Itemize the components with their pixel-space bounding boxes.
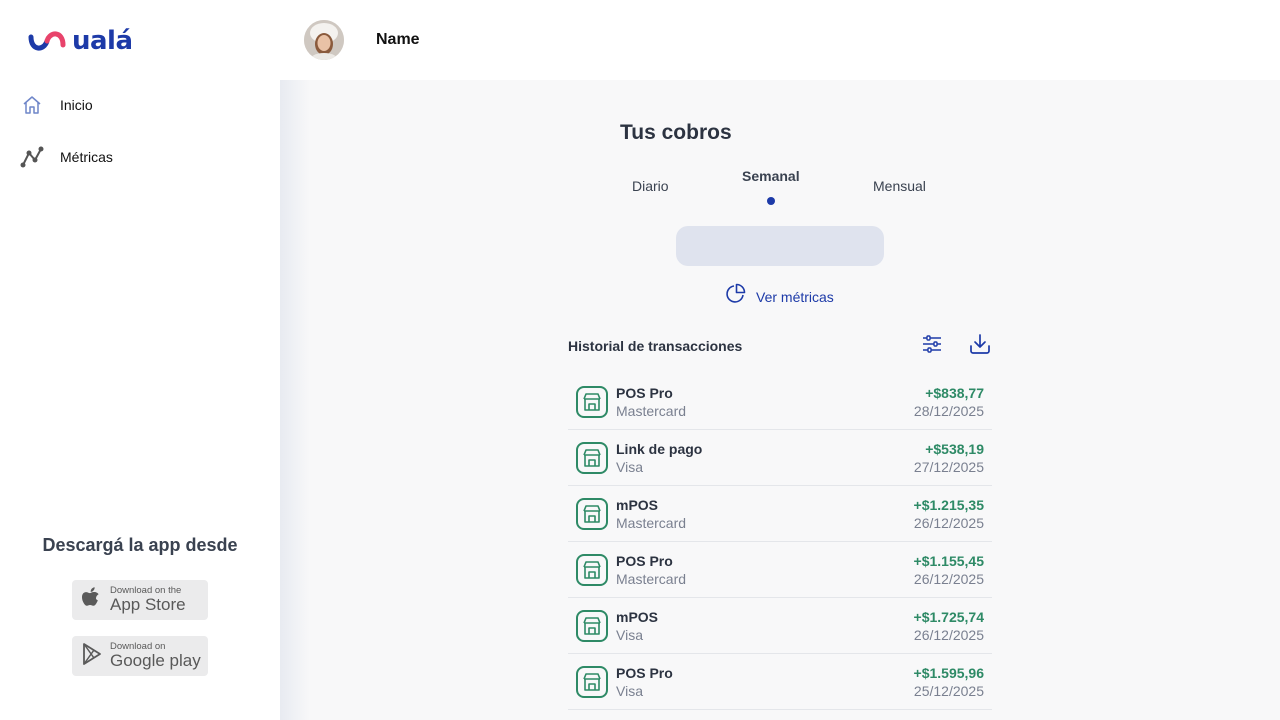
sidebar-item-metricas[interactable]: Métricas xyxy=(20,145,113,169)
avatar[interactable] xyxy=(304,20,344,60)
uala-logo[interactable]: ualá xyxy=(28,26,133,56)
transaction-date: 28/12/2025 xyxy=(913,402,984,419)
transaction-name: mPOS xyxy=(616,496,659,513)
user-name: Name xyxy=(376,31,420,48)
sidebar-item-inicio[interactable]: Inicio xyxy=(20,93,93,117)
transaction-date: 26/12/2025 xyxy=(913,570,984,587)
tab-mensual[interactable]: Mensual xyxy=(873,178,926,194)
app-store-button[interactable]: Download on the App Store xyxy=(72,580,208,620)
transaction-card-brand: Mastercard xyxy=(616,402,687,419)
apple-icon xyxy=(82,586,102,615)
transaction-amount: +$1.215,35 xyxy=(913,496,984,513)
transaction-row[interactable]: POS Pro Mastercard +$838,77 28/12/2025 xyxy=(568,374,992,430)
store-icon xyxy=(576,385,608,418)
amount-skeleton xyxy=(676,226,884,266)
transaction-row[interactable]: mPOS Mastercard +$1.215,35 26/12/2025 xyxy=(568,486,992,542)
filter-sliders-icon xyxy=(922,334,942,358)
transaction-row[interactable]: POS Pro Visa +$1.595,96 25/12/2025 xyxy=(568,654,992,710)
tab-diario[interactable]: Diario xyxy=(632,178,669,194)
transaction-date: 25/12/2025 xyxy=(913,682,984,699)
transaction-amount: +$1.595,96 xyxy=(913,664,984,681)
download-button[interactable] xyxy=(968,333,992,360)
transaction-amount: +$838,77 xyxy=(925,384,984,401)
transaction-date: 26/12/2025 xyxy=(913,514,984,531)
transaction-card-brand: Mastercard xyxy=(616,514,687,531)
googleplay-big-text: Google play xyxy=(110,651,201,670)
home-icon xyxy=(20,93,44,117)
transaction-date: 26/12/2025 xyxy=(913,626,984,643)
filter-button[interactable] xyxy=(920,334,944,358)
sidebar: ualá Inicio Métricas Descargá la app des… xyxy=(0,0,280,720)
transaction-row[interactable]: POS Pro Mastercard +$1.155,45 26/12/2025 xyxy=(568,542,992,598)
tab-semanal[interactable]: Semanal xyxy=(742,168,800,184)
transaction-card-brand: Visa xyxy=(616,626,643,643)
appstore-big-text: App Store xyxy=(110,595,186,614)
header: Name xyxy=(280,0,1280,80)
sidebar-item-label: Inicio xyxy=(60,97,93,113)
transaction-card-brand: Visa xyxy=(616,682,643,699)
transaction-amount: +$1.155,45 xyxy=(913,552,984,569)
active-tab-indicator xyxy=(767,197,775,205)
transaction-card-brand: Visa xyxy=(616,458,643,475)
history-title: Historial de transacciones xyxy=(568,338,743,354)
transaction-row[interactable]: Link de pago Visa +$538,19 27/12/2025 xyxy=(568,430,992,486)
page-title: Tus cobros xyxy=(620,121,732,144)
transaction-card-brand: Mastercard xyxy=(616,570,687,587)
transaction-date: 27/12/2025 xyxy=(913,458,984,475)
store-icon xyxy=(576,665,608,698)
transaction-name: POS Pro xyxy=(616,664,673,681)
transaction-name: mPOS xyxy=(616,608,659,625)
store-icon xyxy=(576,609,608,642)
transaction-list: POS Pro Mastercard +$838,77 28/12/2025 Lin… xyxy=(568,374,992,710)
store-icon xyxy=(576,441,608,474)
transaction-name: POS Pro xyxy=(616,384,673,401)
google-play-button[interactable]: Download on Google play xyxy=(72,636,208,676)
pie-chart-icon xyxy=(724,283,746,310)
store-icon xyxy=(576,497,608,530)
download-title: Descargá la app desde xyxy=(42,535,238,555)
ver-metricas-label: Ver métricas xyxy=(756,288,834,305)
ver-metricas-link[interactable]: Ver métricas xyxy=(724,283,834,310)
store-icon xyxy=(576,553,608,586)
uala-logo-icon xyxy=(28,31,66,51)
transaction-name: Link de pago xyxy=(616,440,703,457)
sidebar-divider xyxy=(280,0,310,720)
sidebar-item-label: Métricas xyxy=(60,149,113,165)
transaction-amount: +$1.725,74 xyxy=(913,608,984,625)
transaction-row[interactable]: mPOS Visa +$1.725,74 26/12/2025 xyxy=(568,598,992,654)
transaction-name: POS Pro xyxy=(616,552,673,569)
download-icon xyxy=(969,333,991,360)
transaction-amount: +$538,19 xyxy=(925,440,984,457)
logo-text: ualá xyxy=(72,26,133,56)
google-play-icon xyxy=(82,642,102,670)
metrics-icon xyxy=(20,145,44,169)
